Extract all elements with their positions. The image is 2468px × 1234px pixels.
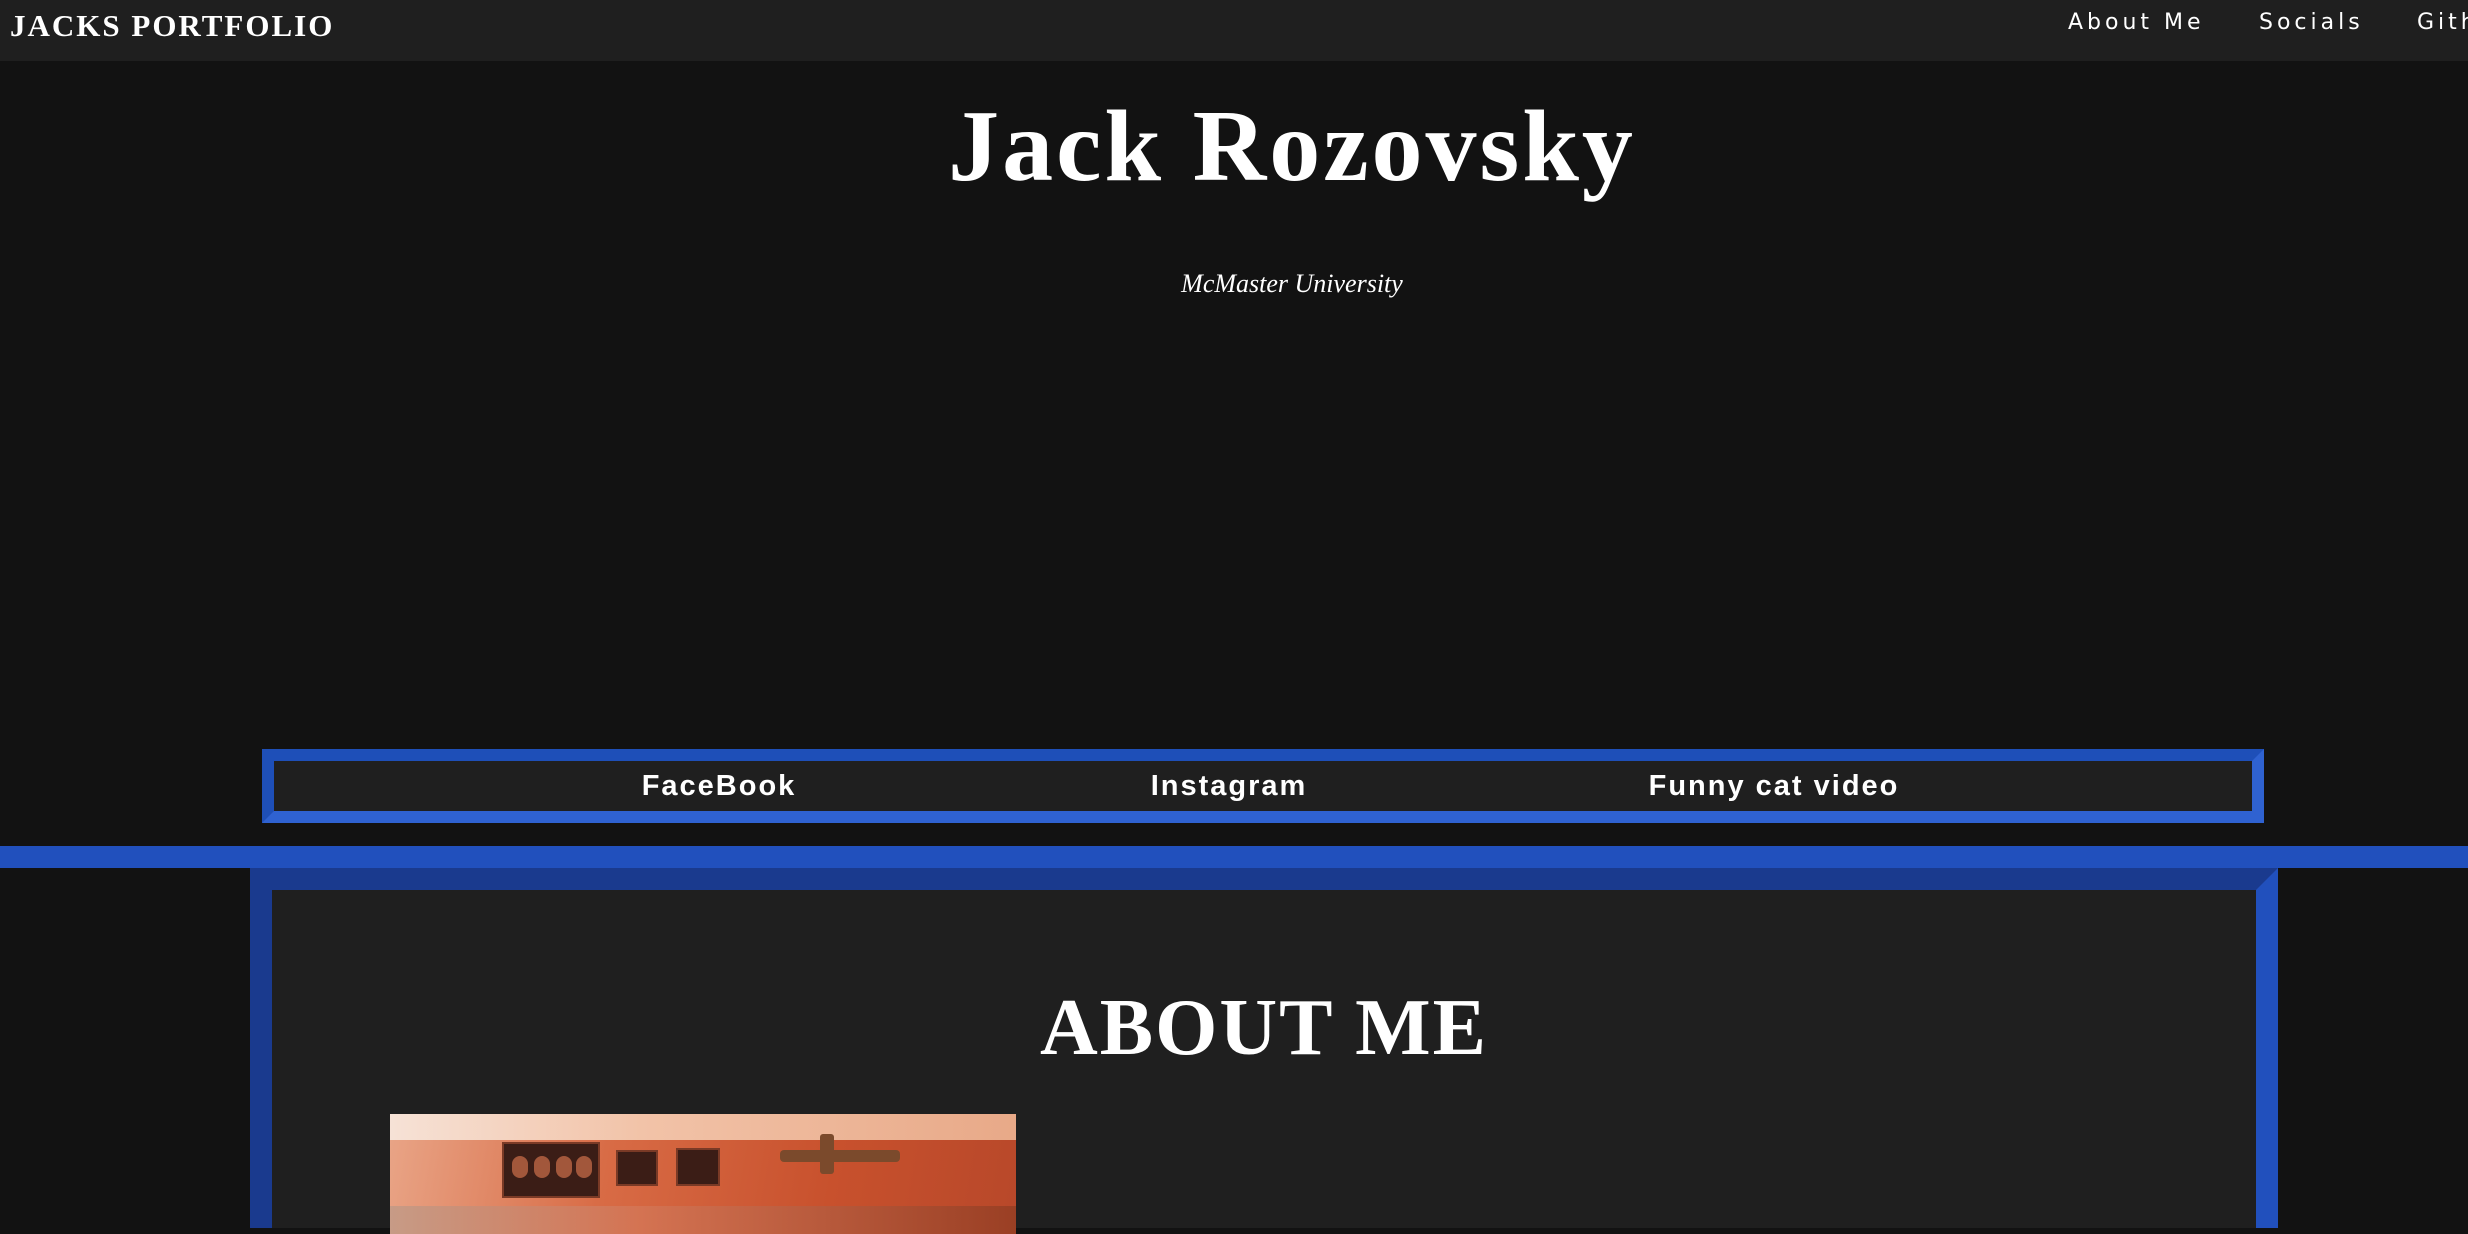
photo-ceiling-light xyxy=(390,1114,1016,1140)
facebook-link[interactable]: FaceBook xyxy=(642,769,797,803)
photo-shelf xyxy=(390,1206,1016,1234)
photo-wall-item xyxy=(780,1150,900,1162)
funny-cat-video-link[interactable]: Funny cat video xyxy=(1649,769,1900,803)
about-me-section: ABOUT ME xyxy=(250,868,2278,1234)
photo-poster-small-1 xyxy=(616,1150,658,1186)
about-me-heading: ABOUT ME xyxy=(1040,984,1488,1072)
nav-about-me-link[interactable]: About Me xyxy=(2068,8,2205,38)
about-me-photo xyxy=(390,1114,1016,1234)
hero-name: Jack Rozovsky xyxy=(948,90,1636,203)
socials-bar: FaceBook Instagram Funny cat video xyxy=(262,749,2264,823)
photo-poster-small-2 xyxy=(676,1148,720,1186)
section-divider xyxy=(0,846,2468,868)
instagram-link[interactable]: Instagram xyxy=(1151,769,1308,803)
nav-github-link[interactable]: Github xyxy=(2417,8,2468,38)
site-brand[interactable]: JACKS PORTFOLIO xyxy=(10,6,334,46)
hero-school: McMaster University xyxy=(1181,269,1403,298)
top-navbar: JACKS PORTFOLIO About Me Socials Github xyxy=(0,0,2468,61)
photo-poster-large xyxy=(502,1142,600,1198)
nav-socials-link[interactable]: Socials xyxy=(2259,8,2364,38)
